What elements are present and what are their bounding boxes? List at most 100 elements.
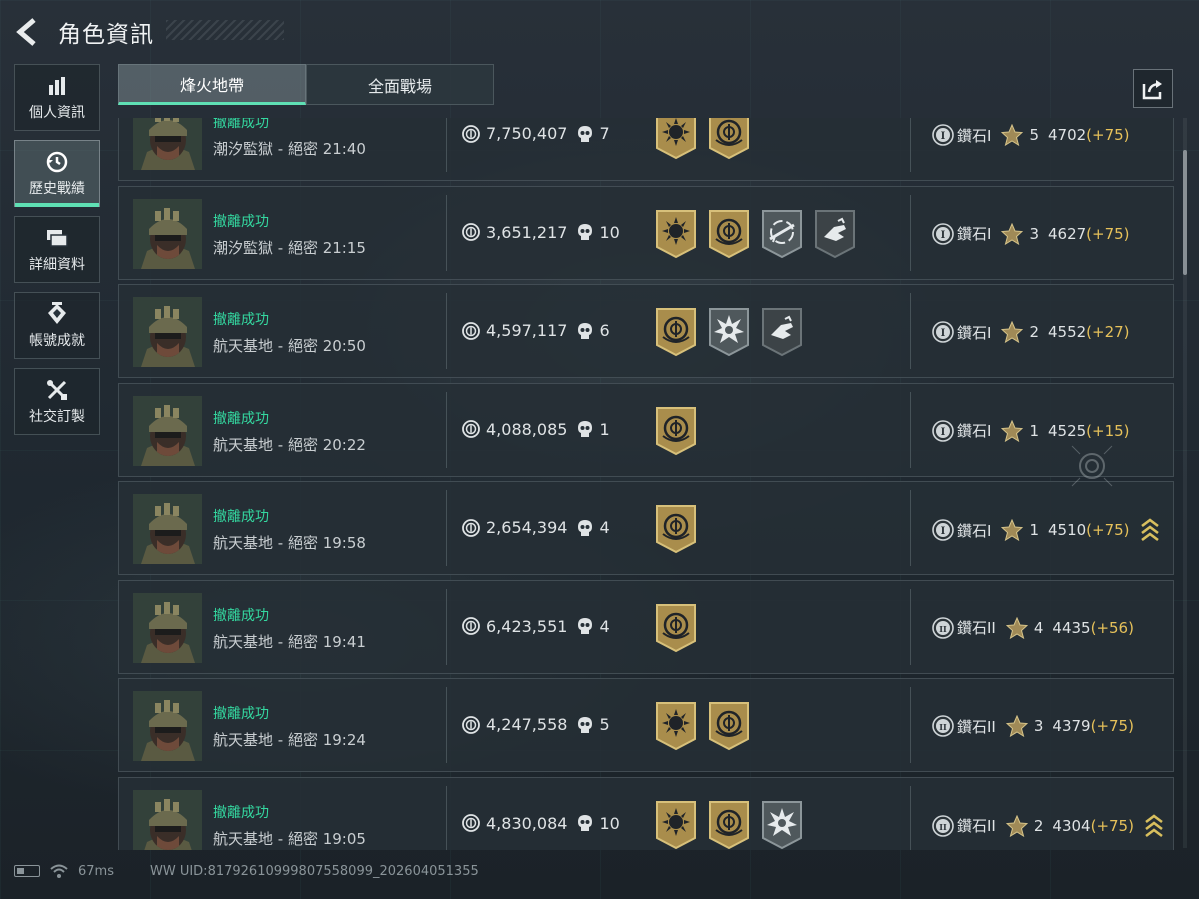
column-divider <box>910 194 911 271</box>
coin-icon <box>462 518 480 537</box>
map-mode-time: 潮汐監獄 - 絕密 21:40 <box>213 140 366 158</box>
rank-name: 鑽石I <box>957 225 992 243</box>
match-row[interactable]: 撤離成功 潮汐監獄 - 絕密 21:15 3,651,217 10 I 鑽石I … <box>118 185 1174 280</box>
sidebar-item-label: 帳號成就 <box>29 332 85 349</box>
kills-value: 4 <box>599 518 610 537</box>
kills-value: 7 <box>599 124 610 143</box>
match-row[interactable]: 撤離成功 航天基地 - 絕密 20:50 4,597,117 6 I 鑽石I 2… <box>118 284 1174 378</box>
extraction-status: 撤離成功 <box>213 410 269 427</box>
crest-gold-badge-icon[interactable] <box>655 307 697 357</box>
wifi-icon <box>50 864 68 878</box>
battery-icon <box>14 865 40 877</box>
rank-up-chevron-icon <box>1140 518 1159 542</box>
sun-emblem-gold-badge-icon[interactable] <box>655 209 697 259</box>
crest-gold-badge-icon[interactable] <box>708 800 750 850</box>
crest-gold-badge-icon[interactable] <box>708 118 750 160</box>
map-mode-time: 航天基地 - 絕密 20:22 <box>213 435 366 454</box>
rank-name: 鑽石I <box>957 126 992 145</box>
sidebar-item-profile[interactable]: 個人資訊 <box>14 64 100 131</box>
coin-icon <box>462 223 480 241</box>
svg-text:II: II <box>939 822 947 832</box>
extraction-status: 撤離成功 <box>213 804 269 821</box>
extraction-status: 撤離成功 <box>213 213 269 230</box>
svg-text:I: I <box>941 526 946 537</box>
medal-badges <box>655 307 814 357</box>
score-delta: (+27) <box>1086 323 1130 341</box>
rank-name: 鑽石I <box>957 323 992 342</box>
column-divider <box>910 588 911 665</box>
skull-icon <box>578 421 593 437</box>
skull-icon <box>578 618 593 634</box>
loot-worth: 4,597,117 6 <box>462 321 610 340</box>
operator-avatar <box>133 691 202 761</box>
sun-emblem-gold-badge-icon[interactable] <box>655 800 697 850</box>
hand-gray-dark-badge-icon[interactable] <box>761 307 803 357</box>
crest-gold-badge-icon[interactable] <box>655 504 697 554</box>
rifle-gray-badge-icon[interactable] <box>761 209 803 259</box>
crest-gold-badge-icon[interactable] <box>708 701 750 751</box>
rank-up-chevron-icon <box>1145 813 1163 837</box>
column-divider <box>446 687 447 763</box>
share-button[interactable] <box>1133 69 1173 108</box>
sidebar-item-history[interactable]: 歷史戰績 <box>14 140 100 207</box>
sidebar-item-details[interactable]: 詳細資料 <box>14 216 100 283</box>
star-count: 3 <box>1029 224 1039 243</box>
match-row[interactable]: 撤離成功 航天基地 - 絕密 19:41 6,423,551 4 II 鑽石II… <box>118 579 1174 674</box>
sidebar-item-label: 詳細資料 <box>29 256 85 273</box>
sidebar-item-achievements[interactable]: 帳號成就 <box>14 292 100 359</box>
burst-gray-badge-icon[interactable] <box>761 800 803 850</box>
rank-name: 鑽石I <box>957 422 992 440</box>
map-mode-time: 潮汐監獄 - 絕密 21:15 <box>213 238 366 257</box>
svg-text:II: II <box>939 722 947 732</box>
column-divider <box>910 785 911 850</box>
match-row[interactable]: 撤離成功 潮汐監獄 - 絕密 21:40 7,750,407 7 I 鑽石I 5… <box>118 118 1174 181</box>
medal-badges <box>655 603 708 653</box>
match-row[interactable]: 撤離成功 航天基地 - 絕密 20:22 4,088,085 1 I 鑽石I 1… <box>118 382 1174 477</box>
rank-info: I 鑽石I 2 4552 (+27) <box>932 321 1130 343</box>
star-icon <box>1001 222 1024 245</box>
rank-score: 4525 <box>1047 421 1087 440</box>
kills-value: 10 <box>599 222 620 242</box>
svg-text:I: I <box>941 131 946 142</box>
medal-badges <box>655 406 708 456</box>
skull-icon <box>578 322 593 339</box>
back-button[interactable] <box>12 14 42 50</box>
tab-hazard-zone[interactable]: 烽火地帶 <box>118 64 306 105</box>
loot-worth: 7,750,407 7 <box>462 124 610 143</box>
map-mode-time: 航天基地 - 絕密 19:05 <box>213 829 366 848</box>
medal-badges <box>655 701 761 751</box>
worth-value: 7,750,407 <box>486 124 568 143</box>
sidebar: 個人資訊 歷史戰績 詳細資料 帳號成就 社交訂製 <box>14 64 100 444</box>
column-divider <box>446 118 447 172</box>
burst-gray-badge-icon[interactable] <box>708 307 750 357</box>
loot-worth: 2,654,394 4 <box>462 518 610 537</box>
bar-chart-icon <box>45 74 69 98</box>
hand-gray-dark-badge-icon[interactable] <box>814 209 856 259</box>
match-history-list[interactable]: 撤離成功 潮汐監獄 - 絕密 21:40 7,750,407 7 I 鑽石I 5… <box>118 118 1176 850</box>
crest-gold-badge-icon[interactable] <box>655 406 697 456</box>
page-title: 角色資訊 <box>58 22 154 48</box>
tab-full-battle[interactable]: 全面戰場 <box>306 64 494 105</box>
sun-emblem-gold-badge-icon[interactable] <box>655 118 697 160</box>
back-arrow-icon <box>16 18 36 46</box>
achievement-icon <box>45 301 69 326</box>
match-row[interactable]: 撤離成功 航天基地 - 絕密 19:05 4,830,084 10 II 鑽石I… <box>118 776 1174 850</box>
match-row[interactable]: 撤離成功 航天基地 - 絕密 19:58 2,654,394 4 I 鑽石I 1… <box>118 481 1174 575</box>
rank-name: 鑽石II <box>957 717 996 736</box>
score-delta: (+75) <box>1086 224 1130 243</box>
ping-text: 67ms <box>78 863 114 879</box>
match-row[interactable]: 撤離成功 航天基地 - 絕密 19:24 4,247,558 5 II 鑽石II… <box>118 678 1174 772</box>
crest-gold-badge-icon[interactable] <box>708 209 750 259</box>
sidebar-item-social[interactable]: 社交訂製 <box>14 368 100 435</box>
operator-avatar <box>133 297 202 367</box>
extraction-status: 撤離成功 <box>213 312 269 328</box>
sun-emblem-gold-badge-icon[interactable] <box>655 701 697 751</box>
operator-avatar <box>133 789 202 850</box>
worth-value: 4,597,117 <box>486 321 568 340</box>
crest-gold-badge-icon[interactable] <box>655 603 697 653</box>
uid-text: WW UID:817926109998075580​99_20260405135… <box>149 863 479 879</box>
rank-info: I 鑽石I 1 4510 (+75) <box>932 518 1160 542</box>
coin-icon <box>462 814 480 832</box>
scrollbar[interactable] <box>1183 150 1187 275</box>
status-footer: 67ms WW UID:817926109998075580​99_202604… <box>14 860 479 882</box>
